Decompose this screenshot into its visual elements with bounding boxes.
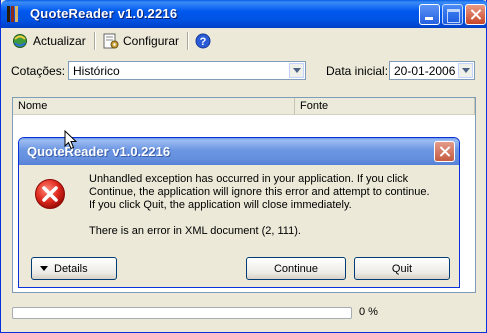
dialog-title-bar[interactable]: QuoteReader v1.0.2216 <box>19 138 459 165</box>
minimize-button[interactable] <box>419 4 440 25</box>
quotes-select[interactable]: Histórico <box>68 61 306 80</box>
error-message: Unhandled exception has occurred in your… <box>89 173 449 251</box>
close-button[interactable] <box>465 4 486 25</box>
title-bar[interactable]: QuoteReader v1.0.2216 <box>1 0 487 28</box>
svg-text:?: ? <box>200 36 207 48</box>
quotes-value: Histórico <box>73 64 120 78</box>
details-label: Details <box>54 262 88 275</box>
chevron-down-icon[interactable] <box>458 63 473 78</box>
refresh-label: Actualizar <box>33 34 86 48</box>
progress-bar <box>12 307 352 319</box>
dialog-title: QuoteReader v1.0.2216 <box>27 144 171 159</box>
quit-button[interactable]: Quit <box>354 257 450 280</box>
help-button[interactable]: ? <box>192 31 214 51</box>
message-line: Unhandled exception has occurred in your… <box>89 173 409 185</box>
quotes-label: Cotações: <box>11 64 66 78</box>
error-detail: There is an error in XML document (2, 11… <box>89 225 301 237</box>
configure-button[interactable]: Configurar <box>100 31 182 51</box>
mouse-cursor-icon <box>64 130 78 150</box>
toolbar-separator <box>94 32 96 50</box>
toolbar-separator <box>187 32 189 50</box>
start-date-picker[interactable]: 20-01-2006 <box>389 61 475 80</box>
configure-icon <box>103 33 119 49</box>
message-line: Continue, the application will ignore th… <box>89 186 430 198</box>
refresh-icon <box>13 34 27 48</box>
configure-label: Configurar <box>123 34 180 48</box>
dialog-close-button[interactable] <box>434 141 455 162</box>
chevron-down-icon[interactable] <box>289 63 304 78</box>
column-header-name[interactable]: Nome <box>13 98 295 115</box>
app-icon <box>7 6 23 22</box>
error-dialog: QuoteReader v1.0.2216 Unhandled exceptio… <box>18 137 460 288</box>
error-icon <box>35 179 65 209</box>
column-header-source[interactable]: Fonte <box>295 98 475 115</box>
refresh-button[interactable]: Actualizar <box>8 31 89 51</box>
maximize-button[interactable] <box>442 4 463 25</box>
details-button[interactable]: Details <box>31 257 117 280</box>
chevron-down-icon <box>40 266 48 271</box>
list-header: Nome Fonte <box>13 98 475 115</box>
window-title: QuoteReader v1.0.2216 <box>30 6 178 21</box>
message-line: If you click Quit, the application will … <box>89 199 352 211</box>
continue-label: Continue <box>273 262 319 275</box>
progress-text: 0 % <box>359 306 378 318</box>
continue-button[interactable]: Continue <box>246 257 346 280</box>
toolbar: Actualizar Configurar ? <box>4 29 484 53</box>
help-icon: ? <box>195 33 211 49</box>
quit-label: Quit <box>391 262 413 275</box>
start-date-label: Data inicial: <box>326 64 389 78</box>
start-date-value: 20-01-2006 <box>394 64 456 78</box>
